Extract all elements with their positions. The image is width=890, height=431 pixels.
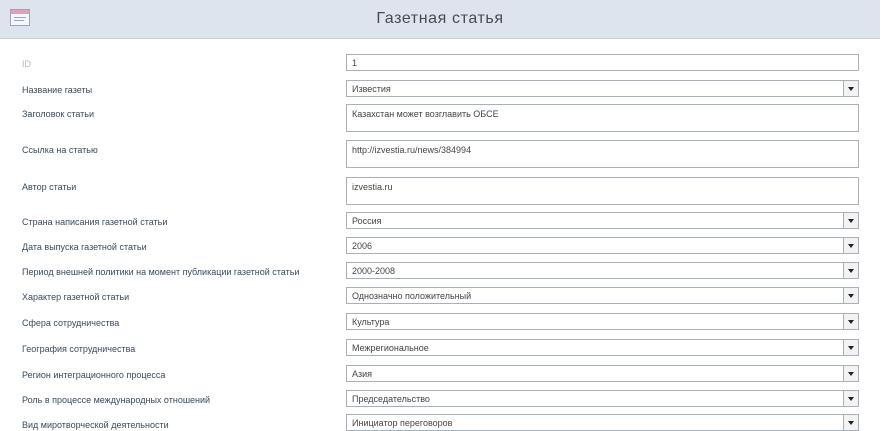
label-role: Роль в процессе международных отношений — [22, 395, 211, 405]
peacekeeping-select[interactable]: Инициатор переговоров — [346, 414, 859, 431]
id-field[interactable]: 1 — [346, 54, 859, 71]
chevron-down-icon[interactable] — [843, 288, 858, 303]
link-value: http://izvestia.ru/news/384994 — [352, 145, 472, 155]
label-peacekeeping: Вид миротворческой деятельности — [22, 420, 169, 430]
label-sphere: Сфера сотрудничества — [22, 318, 120, 328]
period-value: 2000-2008 — [352, 266, 396, 276]
label-country: Страна написания газетной статьи — [22, 217, 168, 227]
newspaper-select[interactable]: Известия — [346, 80, 859, 97]
chevron-down-icon[interactable] — [843, 366, 858, 381]
form-title: Газетная статья — [376, 10, 504, 27]
chevron-down-icon[interactable] — [843, 415, 858, 430]
chevron-down-icon[interactable] — [843, 340, 858, 355]
headline-field[interactable]: Казахстан может возглавить ОБСЕ — [346, 104, 859, 132]
author-field[interactable]: izvestia.ru — [346, 177, 859, 205]
role-select[interactable]: Председательство — [346, 390, 859, 407]
label-period: Период внешней политики на момент публик… — [22, 267, 300, 277]
date-value: 2006 — [352, 241, 373, 251]
character-value: Однозначно положительный — [352, 291, 472, 301]
peacekeeping-value: Инициатор переговоров — [352, 418, 453, 428]
form-header: Газетная статья — [0, 0, 880, 39]
chevron-down-icon[interactable] — [843, 391, 858, 406]
label-headline: Заголовок статьи — [22, 109, 94, 119]
role-value: Председательство — [352, 394, 430, 404]
country-select[interactable]: Россия — [346, 212, 859, 229]
chevron-down-icon[interactable] — [843, 263, 858, 278]
label-date: Дата выпуска газетной статьи — [22, 242, 147, 252]
sphere-select[interactable]: Культура — [346, 313, 859, 330]
label-region: Регион интеграционного процесса — [22, 370, 166, 380]
author-value: izvestia.ru — [352, 182, 393, 192]
chevron-down-icon[interactable] — [843, 238, 858, 253]
chevron-down-icon[interactable] — [843, 213, 858, 228]
headline-value: Казахстан может возглавить ОБСЕ — [352, 109, 499, 119]
sphere-value: Культура — [352, 317, 390, 327]
geography-value: Межрегиональное — [352, 343, 429, 353]
label-character: Характер газетной статьи — [22, 292, 130, 302]
link-field[interactable]: http://izvestia.ru/news/384994 — [346, 140, 859, 168]
region-select[interactable]: Азия — [346, 365, 859, 382]
geography-select[interactable]: Межрегиональное — [346, 339, 859, 356]
label-link: Ссылка на статью — [22, 145, 98, 155]
date-select[interactable]: 2006 — [346, 237, 859, 254]
region-value: Азия — [352, 369, 373, 379]
label-id: ID — [22, 59, 31, 69]
id-value: 1 — [352, 58, 358, 68]
country-value: Россия — [352, 216, 382, 226]
period-select[interactable]: 2000-2008 — [346, 262, 859, 279]
label-newspaper: Название газеты — [22, 85, 93, 95]
label-author: Автор статьи — [22, 182, 77, 192]
character-select[interactable]: Однозначно положительный — [346, 287, 859, 304]
chevron-down-icon[interactable] — [843, 314, 858, 329]
newspaper-value: Известия — [352, 84, 391, 94]
label-geography: География сотрудничества — [22, 344, 136, 354]
chevron-down-icon[interactable] — [843, 81, 858, 96]
